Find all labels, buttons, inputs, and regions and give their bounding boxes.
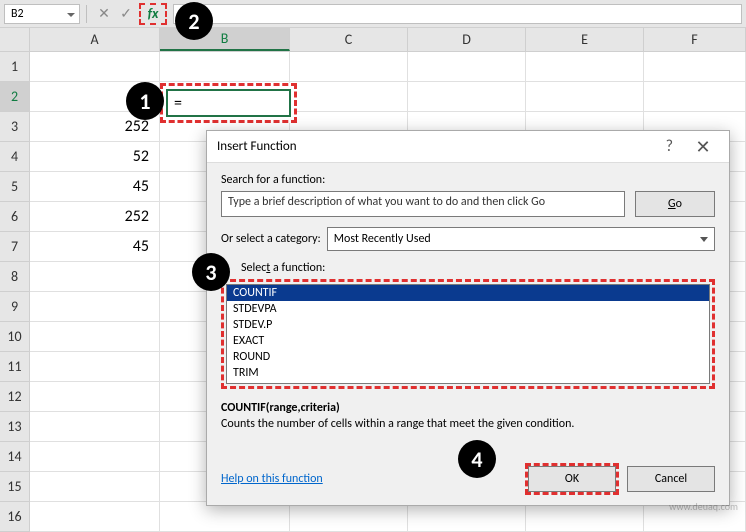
cell[interactable] <box>290 82 408 112</box>
row-header[interactable]: 10 <box>0 322 30 352</box>
cell[interactable] <box>30 502 160 532</box>
cell[interactable] <box>30 412 160 442</box>
function-list[interactable]: COUNTIF STDEVPA STDEV.P EXACT ROUND TRIM… <box>226 284 710 384</box>
dialog-title: Insert Function <box>217 139 666 154</box>
row-header[interactable]: 16 <box>0 502 30 532</box>
cell[interactable]: 252 <box>30 202 160 232</box>
category-value: Most Recently Used <box>334 232 431 246</box>
row-header[interactable]: 13 <box>0 412 30 442</box>
category-select[interactable]: Most Recently Used <box>327 227 715 251</box>
insert-function-button[interactable]: fx <box>139 3 167 25</box>
formula-input[interactable]: = <box>173 4 742 24</box>
annotation-badge: 3 <box>192 253 230 291</box>
cell[interactable] <box>160 52 290 82</box>
row-header[interactable]: 6 <box>0 202 30 232</box>
function-item[interactable]: STDEV.P <box>227 317 709 333</box>
ok-button[interactable]: OK <box>528 466 616 492</box>
row-header[interactable]: 11 <box>0 352 30 382</box>
cell[interactable] <box>30 262 160 292</box>
watermark: www.deuaq.com <box>669 500 738 513</box>
active-cell-b2[interactable]: = <box>160 83 297 123</box>
annotation-badge: 2 <box>175 2 213 40</box>
cell[interactable] <box>644 82 746 112</box>
row-header[interactable]: 2 <box>0 82 30 112</box>
select-function-label: Select a function: <box>241 261 715 275</box>
close-icon[interactable]: ✕ <box>687 136 719 158</box>
row-header[interactable]: 3 <box>0 112 30 142</box>
cancel-icon[interactable]: ✕ <box>93 3 115 25</box>
col-header-e[interactable]: E <box>526 28 644 51</box>
search-input[interactable]: Type a brief description of what you wan… <box>221 191 625 217</box>
fx-icon: fx <box>148 5 159 22</box>
function-description: Counts the number of cells within a rang… <box>221 417 715 431</box>
cell[interactable] <box>408 52 526 82</box>
column-headers: A B C D E F <box>0 28 746 52</box>
col-header-d[interactable]: D <box>408 28 526 51</box>
cell[interactable] <box>160 502 290 532</box>
row-header[interactable]: 12 <box>0 382 30 412</box>
cell[interactable]: 52 <box>30 142 160 172</box>
cell[interactable] <box>644 52 746 82</box>
active-cell-value: = <box>174 94 182 113</box>
divider <box>86 5 87 23</box>
function-item[interactable]: IFNA <box>227 381 709 384</box>
cell[interactable] <box>30 322 160 352</box>
cell[interactable] <box>30 52 160 82</box>
function-item[interactable]: TRIM <box>227 365 709 381</box>
formula-bar: B2 ✕ ✓ fx = <box>0 0 746 28</box>
function-item[interactable]: EXACT <box>227 333 709 349</box>
row-header[interactable]: 8 <box>0 262 30 292</box>
cell[interactable] <box>408 502 526 532</box>
go-button[interactable]: Go <box>635 191 715 217</box>
name-box-value: B2 <box>11 7 24 21</box>
function-item[interactable]: ROUND <box>227 349 709 365</box>
confirm-icon[interactable]: ✓ <box>115 3 137 25</box>
col-header-c[interactable]: C <box>290 28 408 51</box>
cell[interactable] <box>30 292 160 322</box>
row-header[interactable]: 5 <box>0 172 30 202</box>
cell[interactable]: 45 <box>30 232 160 262</box>
row-header[interactable]: 7 <box>0 232 30 262</box>
cell[interactable] <box>290 52 408 82</box>
col-header-a[interactable]: A <box>30 28 160 51</box>
function-item[interactable]: COUNTIF <box>227 285 709 301</box>
cell[interactable] <box>290 502 408 532</box>
cell[interactable] <box>30 442 160 472</box>
row-header[interactable]: 9 <box>0 292 30 322</box>
function-item[interactable]: STDEVPA <box>227 301 709 317</box>
row-header[interactable]: 1 <box>0 52 30 82</box>
cell[interactable] <box>408 82 526 112</box>
cell[interactable] <box>30 352 160 382</box>
annotation-badge: 1 <box>126 82 164 120</box>
function-signature: COUNTIF(range,criteria) <box>221 401 715 415</box>
annotation-badge: 4 <box>458 440 496 478</box>
cell[interactable] <box>30 382 160 412</box>
search-label: Search for a function: <box>221 173 715 187</box>
help-icon[interactable]: ? <box>666 137 673 156</box>
help-link[interactable]: Help on this function <box>221 472 323 486</box>
search-value: Type a brief description of what you wan… <box>228 195 545 209</box>
cell[interactable] <box>526 52 644 82</box>
col-header-f[interactable]: F <box>644 28 746 51</box>
cell[interactable] <box>30 472 160 502</box>
cell[interactable] <box>526 502 644 532</box>
cell[interactable]: 45 <box>30 172 160 202</box>
cell[interactable] <box>526 82 644 112</box>
dialog-titlebar[interactable]: Insert Function ? ✕ <box>207 131 729 163</box>
cancel-button[interactable]: Cancel <box>627 466 715 492</box>
row-header[interactable]: 15 <box>0 472 30 502</box>
category-label: Or select a category: <box>221 232 321 246</box>
select-all-corner[interactable] <box>0 28 30 51</box>
row-header[interactable]: 14 <box>0 442 30 472</box>
name-box[interactable]: B2 <box>4 4 80 24</box>
row-header[interactable]: 4 <box>0 142 30 172</box>
go-label: Go <box>668 197 682 211</box>
